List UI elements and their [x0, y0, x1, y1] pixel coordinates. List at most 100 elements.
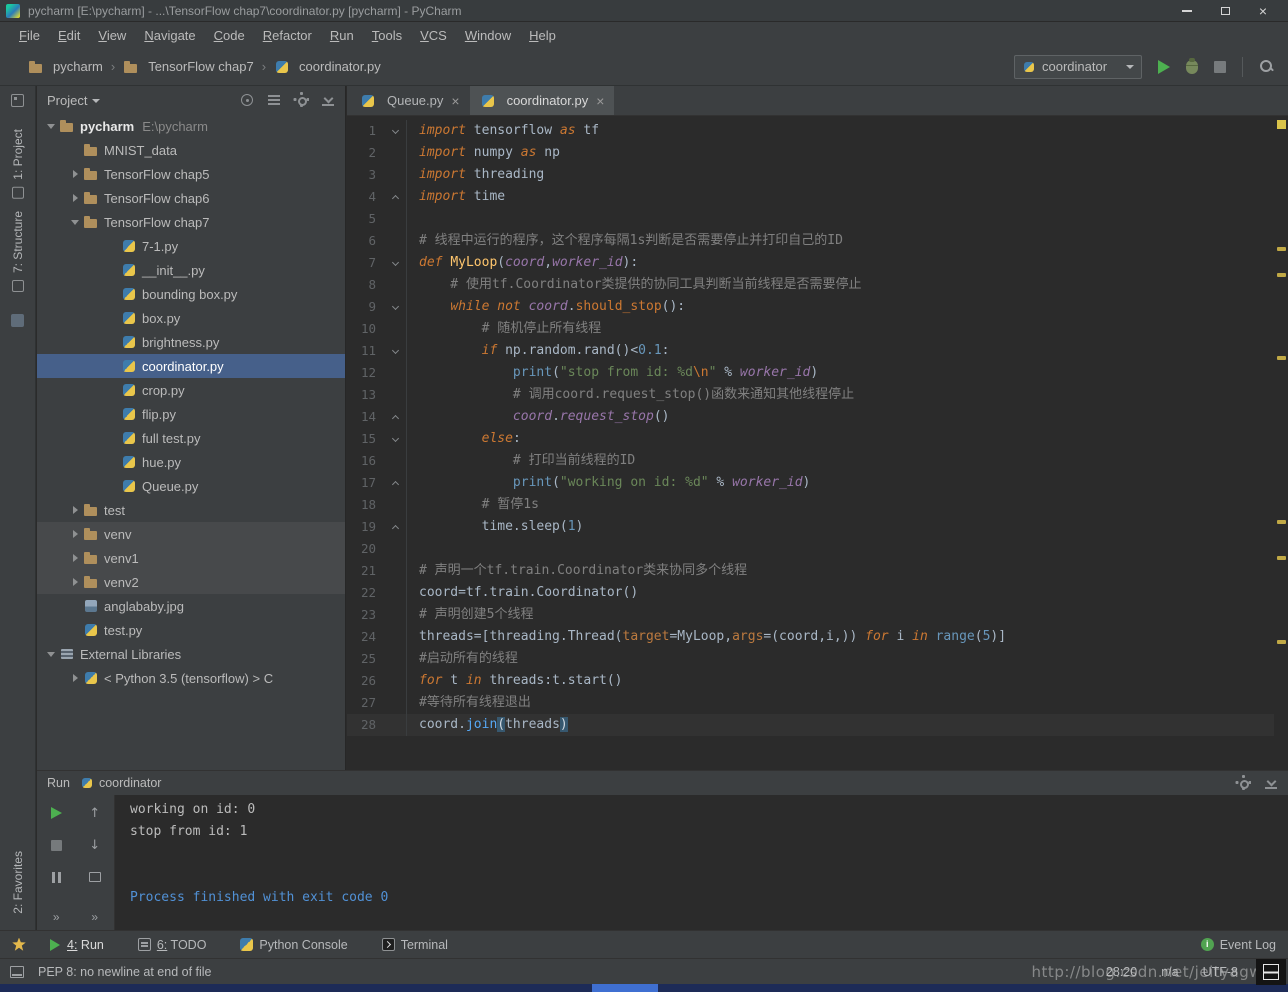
stripe-extra-icon[interactable] [11, 314, 24, 327]
close-button[interactable]: × [1244, 1, 1282, 21]
tree-item-7-1-py[interactable]: 7-1.py [37, 234, 345, 258]
code-line-2[interactable]: 2import numpy as np [347, 142, 1274, 164]
warning-stripe-mark[interactable] [1277, 247, 1286, 251]
fold-marker[interactable] [385, 296, 407, 318]
close-tab-icon[interactable]: × [451, 93, 459, 109]
code-line-9[interactable]: 9 while not coord.should_stop(): [347, 296, 1274, 318]
run-tab-coordinator[interactable]: coordinator [80, 776, 162, 790]
tool-window-toggle-icon[interactable] [10, 966, 24, 978]
more-actions-icon[interactable]: » [53, 910, 60, 924]
tree-item-brightness-py[interactable]: brightness.py [37, 330, 345, 354]
soft-wrap-icon[interactable] [87, 869, 103, 885]
tree-item-tensorflow-chap5[interactable]: TensorFlow chap5 [37, 162, 345, 186]
warning-stripe-mark[interactable] [1277, 356, 1286, 360]
debug-button[interactable] [1186, 60, 1198, 74]
stop-button[interactable] [1214, 61, 1226, 73]
chevron-right-icon[interactable] [67, 522, 83, 546]
menu-tools[interactable]: Tools [363, 25, 411, 46]
fold-marker[interactable] [385, 516, 407, 538]
breadcrumb-tensorflow-chap7[interactable]: TensorFlow chap7 [123, 59, 254, 75]
chevron-down-icon[interactable] [67, 210, 83, 234]
toolwindow-button-python-console[interactable]: Python Console [240, 938, 347, 952]
code-line-16[interactable]: 16 # 打印当前线程的ID [347, 450, 1274, 472]
code-line-1[interactable]: 1import tensorflow as tf [347, 120, 1274, 142]
chevron-down-icon[interactable] [43, 642, 59, 666]
stop-process-button[interactable] [48, 837, 64, 853]
up-stack-trace-icon[interactable]: ↑ [87, 805, 103, 821]
fold-marker[interactable] [385, 428, 407, 450]
run-configuration-select[interactable]: coordinator [1014, 55, 1142, 79]
fold-marker[interactable] [385, 472, 407, 494]
menu-run[interactable]: Run [321, 25, 363, 46]
warning-stripe-mark[interactable] [1277, 273, 1286, 277]
close-tab-icon[interactable]: × [596, 93, 604, 109]
code-line-8[interactable]: 8 # 使用tf.Coordinator类提供的协同工具判断当前线程是否需要停止 [347, 274, 1274, 296]
tree-item-bounding-box-py[interactable]: bounding box.py [37, 282, 345, 306]
search-everywhere-icon[interactable] [1259, 59, 1274, 74]
tool-window-quick-access-icon[interactable] [11, 94, 24, 107]
code-line-23[interactable]: 23# 声明创建5个线程 [347, 604, 1274, 626]
code-line-10[interactable]: 10 # 随机停止所有线程 [347, 318, 1274, 340]
line-separator-indicator[interactable]: n/a [1161, 965, 1178, 979]
minimize-button[interactable] [1168, 1, 1206, 21]
tree-item-external-libraries[interactable]: External Libraries [37, 642, 345, 666]
rerun-button[interactable] [48, 805, 64, 821]
breadcrumb-pycharm[interactable]: pycharm [28, 59, 103, 75]
tree-item-crop-py[interactable]: crop.py [37, 378, 345, 402]
code-line-15[interactable]: 15 else: [347, 428, 1274, 450]
chevron-right-icon[interactable] [67, 666, 83, 690]
code-line-17[interactable]: 17 print("working on id: %d" % worker_id… [347, 472, 1274, 494]
stripe-button-7-structure[interactable]: 7: Structure [11, 211, 25, 292]
tree-item-tensorflow-chap6[interactable]: TensorFlow chap6 [37, 186, 345, 210]
code-line-13[interactable]: 13 # 调用coord.request_stop()函数来通知其他线程停止 [347, 384, 1274, 406]
code-line-20[interactable]: 20 [347, 538, 1274, 560]
tree-item-pycharm[interactable]: pycharmE:\pycharm [37, 114, 345, 138]
tree-item-mnist-data[interactable]: MNIST_data [37, 138, 345, 162]
tree-item-test-py[interactable]: test.py [37, 618, 345, 642]
code-line-26[interactable]: 26for t in threads:t.start() [347, 670, 1274, 692]
menu-help[interactable]: Help [520, 25, 565, 46]
code-line-6[interactable]: 6# 线程中运行的程序，这个程序每隔1s判断是否需要停止并打印自己的ID [347, 230, 1274, 252]
menu-view[interactable]: View [89, 25, 135, 46]
chevron-right-icon[interactable] [67, 498, 83, 522]
favorites-star-icon[interactable] [12, 938, 26, 952]
toolwindow-button-6-todo[interactable]: 6: TODO [138, 938, 207, 952]
code-line-14[interactable]: 14 coord.request_stop() [347, 406, 1274, 428]
collapse-all-icon[interactable] [267, 93, 281, 107]
code-line-24[interactable]: 24threads=[threading.Thread(target=MyLoo… [347, 626, 1274, 648]
stripe-button-1-project[interactable]: 1: Project [11, 129, 25, 199]
chevron-right-icon[interactable] [67, 162, 83, 186]
code-line-11[interactable]: 11 if np.random.rand()<0.1: [347, 340, 1274, 362]
file-status-indicator[interactable] [1277, 120, 1286, 129]
fold-marker[interactable] [385, 406, 407, 428]
chevron-right-icon[interactable] [67, 186, 83, 210]
fold-marker[interactable] [385, 186, 407, 208]
tree-item-venv[interactable]: venv [37, 522, 345, 546]
code-line-7[interactable]: 7def MyLoop(coord,worker_id): [347, 252, 1274, 274]
toolwindow-button-4-run[interactable]: 4: Run [48, 938, 104, 952]
hide-panel-icon[interactable] [321, 93, 335, 107]
code-line-4[interactable]: 4import time [347, 186, 1274, 208]
code-editor[interactable]: 1import tensorflow as tf2import numpy as… [347, 116, 1274, 770]
down-stack-trace-icon[interactable]: ↓ [87, 837, 103, 853]
gear-icon[interactable] [294, 93, 308, 107]
pause-output-button[interactable] [48, 869, 64, 885]
fold-marker[interactable] [385, 252, 407, 274]
code-line-18[interactable]: 18 # 暂停1s [347, 494, 1274, 516]
chevron-right-icon[interactable] [67, 546, 83, 570]
tree-item-tensorflow-chap7[interactable]: TensorFlow chap7 [37, 210, 345, 234]
maximize-button[interactable] [1206, 1, 1244, 21]
tree-item-queue-py[interactable]: Queue.py [37, 474, 345, 498]
run-console[interactable]: working on id: 0stop from id: 1 Process … [116, 795, 1288, 930]
stripe-button-2-favorites[interactable]: 2: Favorites [11, 851, 25, 914]
code-line-27[interactable]: 27#等待所有线程退出 [347, 692, 1274, 714]
tree-item-anglababy-jpg[interactable]: anglababy.jpg [37, 594, 345, 618]
tree-item-venv1[interactable]: venv1 [37, 546, 345, 570]
breadcrumb-coordinator-py[interactable]: coordinator.py [274, 59, 381, 75]
tree-item-venv2[interactable]: venv2 [37, 570, 345, 594]
run-button[interactable] [1158, 60, 1170, 74]
menu-navigate[interactable]: Navigate [135, 25, 204, 46]
menu-vcs[interactable]: VCS [411, 25, 456, 46]
tree-item-full-test-py[interactable]: full test.py [37, 426, 345, 450]
warning-stripe-mark[interactable] [1277, 520, 1286, 524]
